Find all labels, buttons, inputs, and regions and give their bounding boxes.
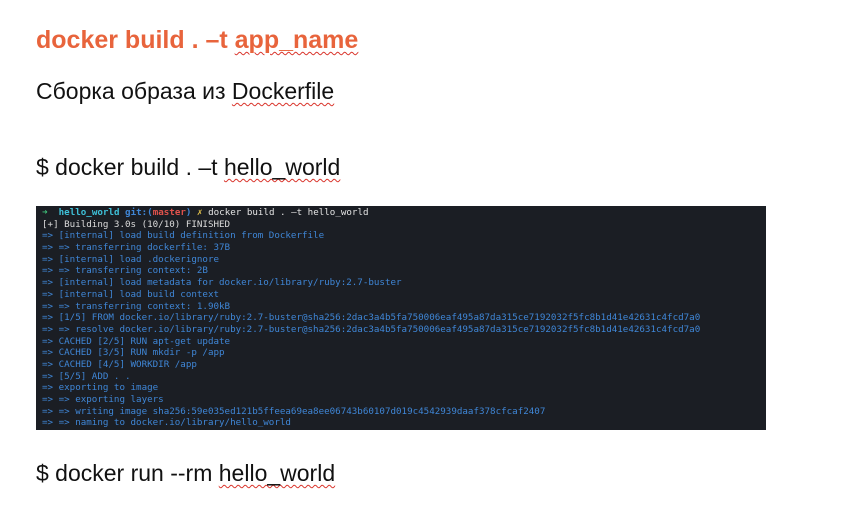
spellcheck-underline: app_name	[234, 26, 359, 54]
prompt-branch: master	[152, 207, 186, 218]
prompt-git-close: )	[185, 207, 192, 218]
spellcheck-underline: Dockerfile	[231, 78, 335, 104]
terminal-output-line: => [internal] load build definition from…	[42, 230, 325, 242]
terminal-output-line: => [internal] load .dockerignore	[42, 253, 220, 265]
terminal-status-line: [+] Building 3.0s (10/10) FINISHED	[42, 218, 231, 230]
run-command-line: $ docker run --rm hello_world	[36, 460, 336, 486]
slide-subtitle: Сборка образа из Dockerfile	[36, 78, 334, 105]
prompt-arrow-icon: ➜	[42, 207, 48, 218]
terminal-output-line: => => naming to docker.io/library/hello_…	[42, 417, 291, 429]
terminal-output-line: => [internal] load build context	[42, 288, 220, 300]
build-command-text: $ docker build . –t hello_world	[36, 154, 340, 181]
spellcheck-underline: hello_world	[218, 460, 336, 486]
terminal-output-line: => CACHED [4/5] WORKDIR /app	[42, 358, 197, 370]
terminal-output-line: => => resolve docker.io/library/ruby:2.7…	[42, 323, 701, 335]
prompt-git-label: git:(	[125, 207, 153, 218]
terminal-output-line: => CACHED [2/5] RUN apt-get update	[42, 335, 231, 347]
terminal-screenshot: ➜ hello_world git:(master) ✗ docker buil…	[36, 206, 766, 430]
terminal-output-line: => [internal] load metadata for docker.i…	[42, 277, 402, 289]
terminal-output-line: => exporting to image	[42, 382, 159, 394]
terminal-output-line: => [5/5] ADD . .	[42, 370, 131, 382]
terminal-output: => [internal] load build definition from…	[42, 230, 766, 429]
prompt-command: docker build . –t hello_world	[208, 207, 369, 218]
spellcheck-underline: hello_world	[223, 154, 341, 180]
prompt-dirty-icon: ✗	[197, 207, 203, 218]
terminal-output-line: => => transferring dockerfile: 37B	[42, 242, 231, 254]
subtitle-text: Сборка образа из Dockerfile	[36, 78, 335, 104]
slide-title: docker build . –t app_name	[36, 26, 358, 55]
terminal-output-line: => CACHED [3/5] RUN mkdir -p /app	[42, 347, 225, 359]
title-text: docker build . –t app_name	[36, 26, 359, 54]
terminal-output-line: => [1/5] FROM docker.io/library/ruby:2.7…	[42, 312, 701, 324]
terminal-prompt-line: ➜ hello_world git:(master) ✗ docker buil…	[42, 207, 766, 219]
terminal-output-line: => => transferring context: 1.90kB	[42, 300, 231, 312]
prompt-directory: hello_world	[58, 207, 120, 218]
build-command-line: $ docker build . –t hello_world	[36, 154, 341, 180]
terminal-output-line: => => transferring context: 2B	[42, 265, 208, 277]
terminal-output-line: => => exporting layers	[42, 394, 164, 405]
terminal-output-line: => => writing image sha256:59e035ed121b5…	[42, 405, 546, 417]
run-command-text: $ docker run --rm hello_world	[36, 460, 335, 487]
